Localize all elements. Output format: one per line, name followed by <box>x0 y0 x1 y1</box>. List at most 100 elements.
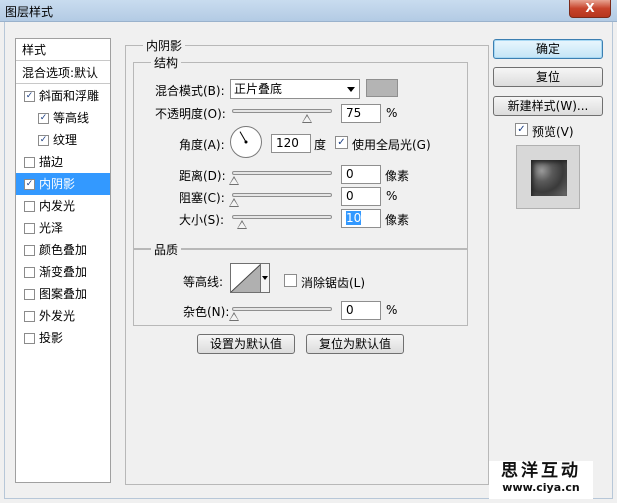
style-list: 样式 混合选项:默认 ✓ 斜面和浮雕 ✓ 等高线 ✓ 纹理描边 ✓ 内阴影内发光光泽颜色叠加渐… <box>15 38 111 483</box>
distance-label: 距离(D): <box>179 169 226 183</box>
opacity-input[interactable]: 75 <box>341 104 381 123</box>
angle-input[interactable]: 120 <box>271 134 311 153</box>
preview-sample <box>531 160 567 196</box>
sidebar-item[interactable]: 投影 <box>16 327 110 349</box>
preview-label: 预览(V) <box>532 125 574 139</box>
antialias-checkbox[interactable] <box>284 274 297 287</box>
sidebar-item[interactable]: ✓ 斜面和浮雕 <box>16 85 110 107</box>
blend-mode-value: 正片叠底 <box>234 82 283 96</box>
sidebar-item-label: 等高线 <box>53 111 90 125</box>
angle-dial-needle <box>239 131 248 144</box>
contour-picker[interactable] <box>230 263 270 293</box>
sidebar-item-label: 内阴影 <box>39 177 76 191</box>
sidebar-item-checkbox[interactable]: ✓ <box>38 113 49 124</box>
new-style-button[interactable]: 新建样式(W)... <box>493 96 603 116</box>
sidebar-item[interactable]: 描边 <box>16 151 110 173</box>
size-slider[interactable] <box>232 215 332 219</box>
angle-dial[interactable] <box>230 126 262 158</box>
opacity-slider[interactable] <box>232 109 332 113</box>
sidebar-item-label: 光泽 <box>39 221 64 235</box>
noise-unit: % <box>386 303 398 317</box>
opacity-label: 不透明度(O): <box>155 107 226 121</box>
sidebar-item-checkbox[interactable] <box>24 311 35 322</box>
close-button[interactable]: X <box>569 0 611 18</box>
make-default-button[interactable]: 设置为默认值 <box>197 334 295 354</box>
blend-options-label: 混合选项:默认 <box>22 66 99 80</box>
antialias-label: 消除锯齿(L) <box>301 276 366 290</box>
ok-button[interactable]: 确定 <box>493 39 603 59</box>
watermark-url: www.ciya.cn <box>502 481 580 494</box>
inner-shadow-title: 内阴影 <box>143 37 186 54</box>
distance-slider[interactable] <box>232 171 332 175</box>
sidebar-item-checkbox[interactable] <box>24 245 35 256</box>
contour-label: 等高线: <box>183 275 224 289</box>
choke-slider-thumb[interactable] <box>229 198 239 207</box>
size-input[interactable]: 10 <box>341 209 381 228</box>
sidebar-item-checkbox[interactable]: ✓ <box>24 179 35 190</box>
sidebar-item[interactable]: 颜色叠加 <box>16 239 110 261</box>
sidebar-item[interactable]: 光泽 <box>16 217 110 239</box>
choke-slider[interactable] <box>232 193 332 197</box>
preview-checkbox[interactable]: ✓ <box>515 123 528 136</box>
sidebar-item-label: 外发光 <box>39 309 76 323</box>
styles-header-label: 样式 <box>22 43 47 57</box>
sidebar-item-checkbox[interactable] <box>24 201 35 212</box>
shadow-color-swatch[interactable] <box>366 79 398 97</box>
noise-slider-thumb[interactable] <box>229 312 239 321</box>
sidebar-item[interactable]: ✓ 内阴影 <box>16 173 110 195</box>
sidebar-item-label: 描边 <box>39 155 64 169</box>
distance-input[interactable]: 0 <box>341 165 381 184</box>
sidebar-item-label: 内发光 <box>39 199 76 213</box>
contour-dropdown[interactable] <box>260 264 269 292</box>
sidebar-item[interactable]: 外发光 <box>16 305 110 327</box>
blend-mode-label: 混合模式(B): <box>155 84 225 98</box>
sidebar-item-checkbox[interactable]: ✓ <box>24 91 35 102</box>
sidebar-item-label: 颜色叠加 <box>39 243 88 257</box>
size-label: 大小(S): <box>179 213 225 227</box>
structure-title: 结构 <box>151 54 182 71</box>
noise-slider[interactable] <box>232 307 332 311</box>
style-preview-thumbnail <box>516 145 580 209</box>
blend-options-item[interactable]: 混合选项:默认 <box>16 62 110 84</box>
sidebar-item-checkbox[interactable] <box>24 267 35 278</box>
sidebar-item[interactable]: 内发光 <box>16 195 110 217</box>
use-global-light-checkbox[interactable]: ✓ <box>335 136 348 149</box>
noise-input[interactable]: 0 <box>341 301 381 320</box>
size-value: 10 <box>346 211 362 225</box>
sidebar-item-checkbox[interactable] <box>24 223 35 234</box>
opacity-slider-thumb[interactable] <box>302 114 312 123</box>
title-bar[interactable]: 图层样式 X <box>0 0 617 22</box>
sidebar-item-label: 纹理 <box>53 133 78 147</box>
angle-unit: 度 <box>314 138 327 152</box>
sidebar-item[interactable]: 渐变叠加 <box>16 261 110 283</box>
angle-label: 角度(A): <box>179 138 225 152</box>
sidebar-item[interactable]: ✓ 纹理 <box>16 129 110 151</box>
sidebar-item-label: 斜面和浮雕 <box>39 89 100 103</box>
size-unit: 像素 <box>385 213 410 227</box>
chevron-down-icon <box>262 276 268 280</box>
use-global-light-label: 使用全局光(G) <box>352 138 431 152</box>
sidebar-item-label: 渐变叠加 <box>39 265 88 279</box>
sidebar-item-checkbox[interactable]: ✓ <box>38 135 49 146</box>
blend-mode-select[interactable]: 正片叠底 <box>230 79 360 99</box>
distance-slider-thumb[interactable] <box>229 176 239 185</box>
sidebar-item-checkbox[interactable] <box>24 157 35 168</box>
quality-title: 品质 <box>151 241 182 258</box>
reset-button[interactable]: 复位 <box>493 67 603 87</box>
styles-header[interactable]: 样式 <box>16 39 110 61</box>
dialog-body: 样式 混合选项:默认 ✓ 斜面和浮雕 ✓ 等高线 ✓ 纹理描边 ✓ 内阴影内发光光泽颜色叠加渐… <box>4 22 613 499</box>
choke-input[interactable]: 0 <box>341 187 381 206</box>
sidebar-item-checkbox[interactable] <box>24 333 35 344</box>
choke-label: 阻塞(C): <box>179 191 225 205</box>
watermark-title: 思洋互动 <box>501 461 581 481</box>
sidebar-item-checkbox[interactable] <box>24 289 35 300</box>
opacity-unit: % <box>386 106 398 120</box>
chevron-down-icon <box>347 87 355 92</box>
sidebar-item[interactable]: 图案叠加 <box>16 283 110 305</box>
window-title: 图层样式 <box>5 5 54 19</box>
sidebar-item-label: 投影 <box>39 331 64 345</box>
sidebar-item[interactable]: ✓ 等高线 <box>16 107 110 129</box>
contour-curve-icon <box>231 264 261 292</box>
size-slider-thumb[interactable] <box>237 220 247 229</box>
reset-default-button[interactable]: 复位为默认值 <box>306 334 404 354</box>
